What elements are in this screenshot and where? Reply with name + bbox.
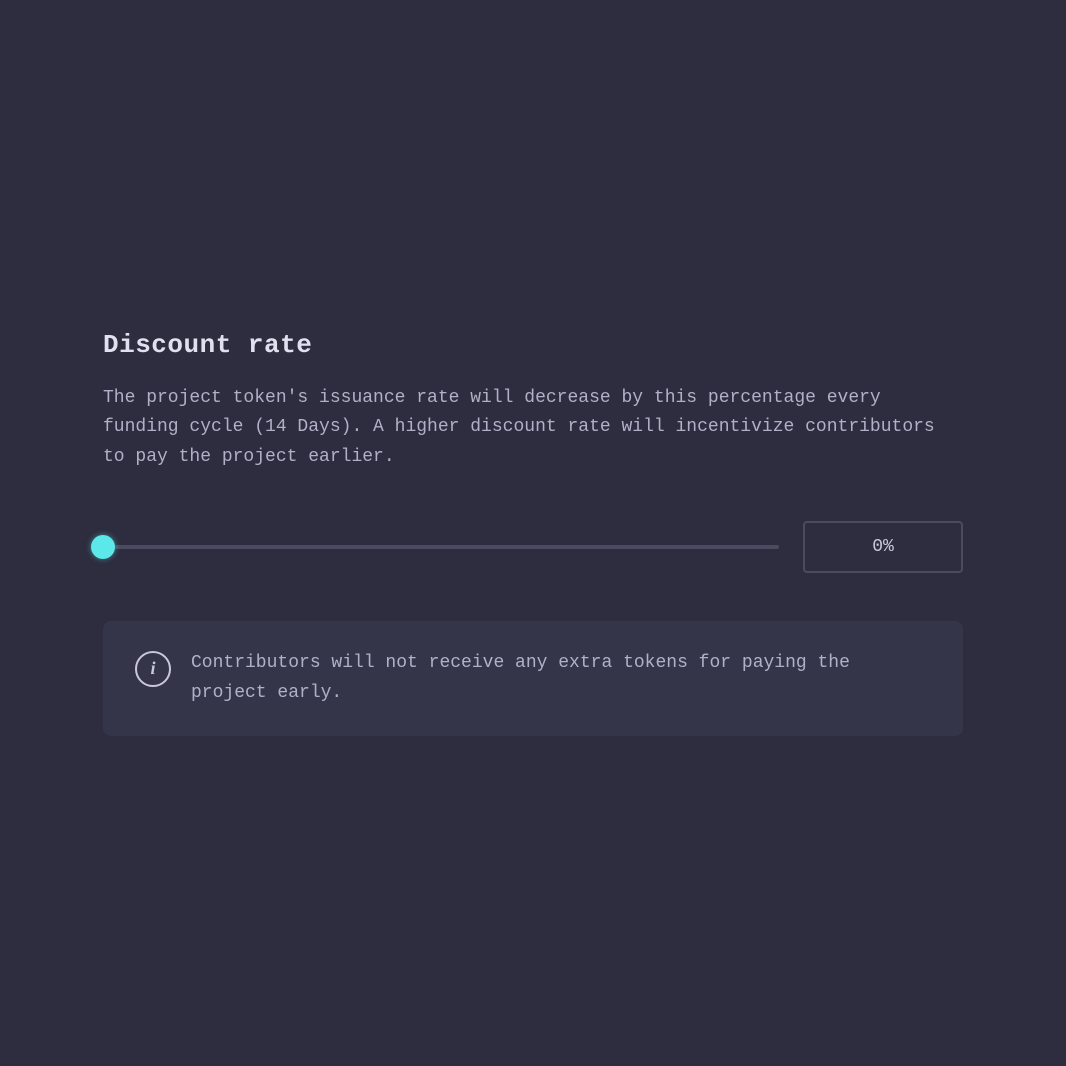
slider-row: 0% xyxy=(103,521,963,573)
slider-wrapper[interactable] xyxy=(103,545,779,549)
info-icon: i xyxy=(135,651,171,687)
info-message: Contributors will not receive any extra … xyxy=(191,649,931,708)
main-container: Discount rate The project token's issuan… xyxy=(103,290,963,776)
discount-rate-display: 0% xyxy=(872,537,894,557)
page-title: Discount rate xyxy=(103,330,963,360)
info-box: i Contributors will not receive any extr… xyxy=(103,621,963,736)
discount-rate-value: 0% xyxy=(803,521,963,573)
description-text: The project token's issuance rate will d… xyxy=(103,384,963,473)
